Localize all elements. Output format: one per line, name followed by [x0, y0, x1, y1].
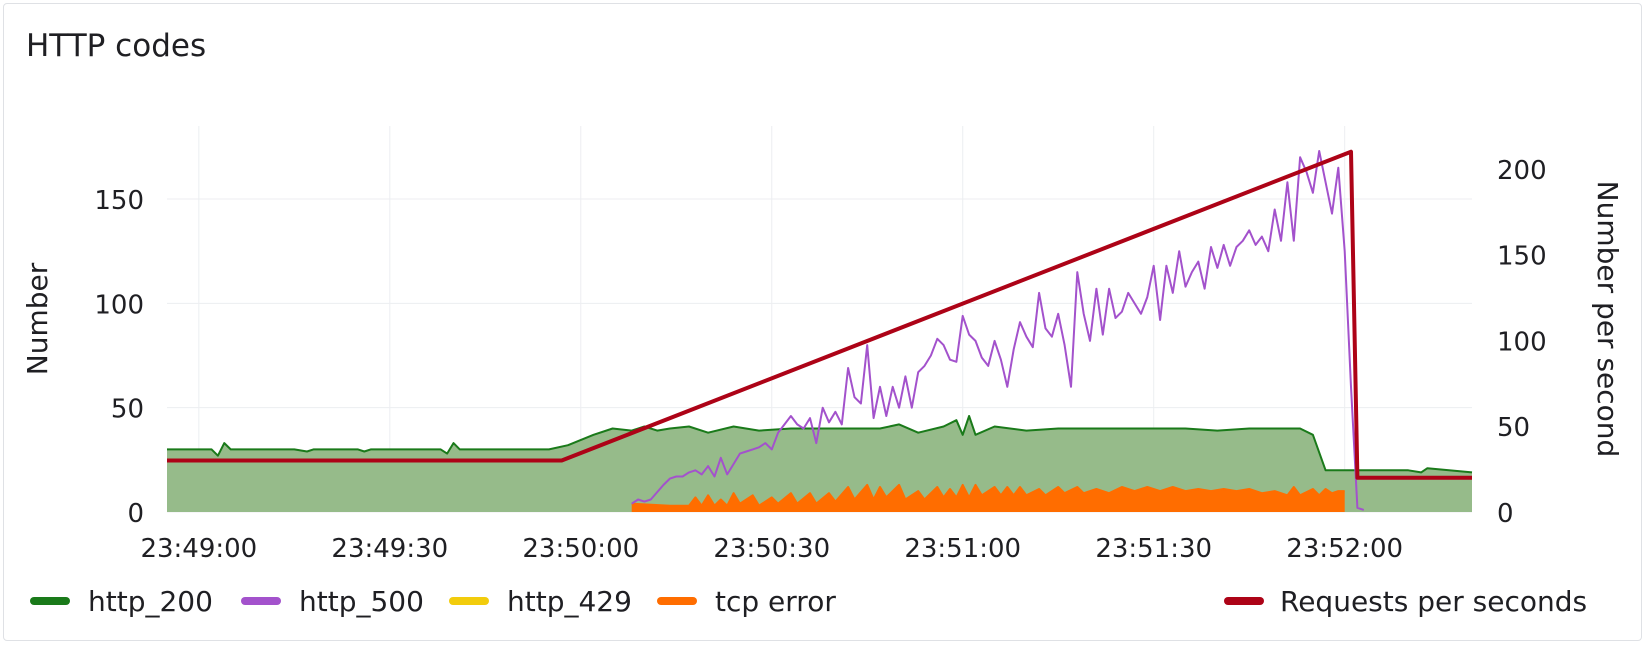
x-tick-label: 23:51:30 [1095, 534, 1212, 564]
x-tick-label: 23:50:00 [522, 534, 639, 564]
legend-label[interactable]: http_200 [88, 585, 213, 618]
y-right-tick-label: 50 [1497, 413, 1530, 443]
x-tick-label: 23:50:30 [713, 534, 830, 564]
legend: http_200 http_500 http_429 tcp error Request… [30, 585, 1587, 618]
legend-label-rps[interactable]: Requests per seconds [1280, 585, 1587, 618]
legend-label[interactable]: http_500 [299, 585, 424, 618]
chart-svg: 23:49:00 23:49:30 23:50:00 23:50:30 23:51:00… [21, 126, 1624, 618]
x-tick-label: 23:51:00 [904, 534, 1021, 564]
x-tick-label: 23:49:00 [140, 534, 257, 564]
y-left-tick-label: 50 [111, 395, 144, 425]
x-tick-label: 23:49:30 [331, 534, 448, 564]
legend-label[interactable]: http_429 [507, 585, 632, 618]
x-tick-label: 23:52:00 [1286, 534, 1403, 564]
y-left-tick-label: 150 [94, 186, 144, 216]
y-left-tick-label: 0 [127, 499, 144, 529]
y-right-tick-label: 200 [1497, 156, 1547, 186]
y-right-axis-label: Number per second [1591, 181, 1624, 458]
y-left-axis-label: Number [21, 262, 54, 375]
y-right-tick-label: 0 [1497, 499, 1514, 529]
y-right-tick-label: 100 [1497, 327, 1547, 357]
series-layer [167, 149, 1473, 512]
legend-label[interactable]: tcp error [715, 585, 836, 618]
y-right-tick-label: 150 [1497, 242, 1547, 272]
y-left-tick-label: 100 [94, 290, 144, 320]
